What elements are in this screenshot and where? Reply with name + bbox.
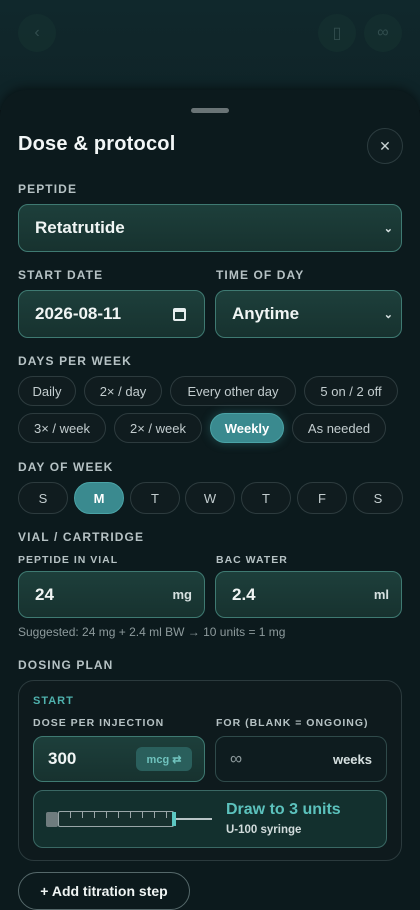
day-sunday[interactable]: S [18,482,68,514]
peptide-label: PEPTIDE [18,182,78,196]
dosing-plan-label: DOSING PLAN [18,658,114,672]
day-saturday[interactable]: S [353,482,403,514]
syringe-tick [70,812,71,818]
duration-placeholder: ∞ [230,749,243,768]
syringe-tick [106,812,107,818]
duration-input[interactable]: ∞ weeks [215,736,387,782]
frequency-option-weekly[interactable]: Weekly [210,413,284,443]
frequency-option-every-other-day[interactable]: Every other day [170,376,296,406]
chevron-down-icon: ⌄ [383,222,393,235]
frequency-option-5on-2off[interactable]: 5 on / 2 off [304,376,398,406]
unit-toggle-button[interactable]: mcg ⇄ [136,747,192,771]
bac-water-label: BAC WATER [216,554,288,566]
syringe-tick [94,812,95,818]
syringe-icon [58,811,174,827]
syringe-tick [82,812,83,818]
syringe-tick [154,812,155,818]
frequency-option-daily[interactable]: Daily [18,376,76,406]
day-thursday[interactable]: T [241,482,291,514]
duration-unit: weeks [332,751,372,767]
link-icon: ∞ [364,14,402,52]
bac-water-input[interactable]: 2.4 ml [215,571,402,618]
duration-label: FOR (BLANK = ONGOING) [216,717,369,729]
peptide-in-vial-unit: mg [172,587,193,602]
syringe-needle [176,818,212,820]
document-icon: ▯ [318,14,356,52]
frequency-option-as-needed[interactable]: As needed [292,413,386,443]
syringe-tick [130,812,131,818]
start-step-label: START [33,695,74,707]
frequency-option-2x-day[interactable]: 2× / day [84,376,162,406]
draw-units-text: Draw to 3 units [226,801,341,818]
calendar-icon[interactable] [173,307,186,321]
peptide-in-vial-label: PEPTIDE IN VIAL [18,554,119,566]
day-of-week-label: DAY OF WEEK [18,460,114,474]
syringe-plunger [46,812,58,827]
syringe-type-text: U-100 syringe [226,824,302,836]
start-date-value: 2026-08-11 [35,304,122,323]
day-wednesday[interactable]: W [185,482,235,514]
frequency-option-3x-week[interactable]: 3× / week [18,413,106,443]
day-monday[interactable]: M [74,482,124,514]
peptide-in-vial-value: 24 [35,584,54,604]
bac-water-unit: ml [373,587,389,602]
peptide-in-vial-input[interactable]: 24 mg [18,571,205,618]
start-date-input[interactable]: 2026-08-11 [18,290,205,338]
days-per-week-label: DAYS PER WEEK [18,354,132,368]
chevron-down-icon: ⌄ [383,308,393,321]
dose-input[interactable]: 300 mcg ⇄ [33,736,205,782]
syringe-tick [118,812,119,818]
start-date-label: START DATE [18,268,104,282]
day-tuesday[interactable]: T [130,482,180,514]
sheet-drag-handle[interactable] [191,108,229,113]
frequency-option-2x-week[interactable]: 2× / week [114,413,202,443]
dose-per-injection-label: DOSE PER INJECTION [33,717,165,729]
close-icon: ✕ [379,137,391,154]
day-friday[interactable]: F [297,482,347,514]
time-of-day-label: TIME OF DAY [216,268,305,282]
peptide-select-value: Retatrutide [35,218,125,237]
reconstitution-suggestion: Suggested: 24 mg + 2.4 ml BW → 10 units … [18,625,286,639]
dose-value: 300 [48,749,77,768]
time-of-day-select[interactable]: Anytime ⌄ [215,290,402,338]
back-icon: ‹ [18,14,56,52]
bac-water-value: 2.4 [232,584,256,604]
syringe-tick [166,812,167,818]
sheet-title: Dose & protocol [18,133,176,155]
time-of-day-value: Anytime [232,304,300,323]
add-titration-step-button[interactable]: + Add titration step [18,872,190,910]
close-button[interactable]: ✕ [367,128,403,164]
vial-section-label: VIAL / CARTRIDGE [18,530,145,544]
peptide-select[interactable]: Retatrutide ⌄ [18,204,402,252]
syringe-tick [142,812,143,818]
